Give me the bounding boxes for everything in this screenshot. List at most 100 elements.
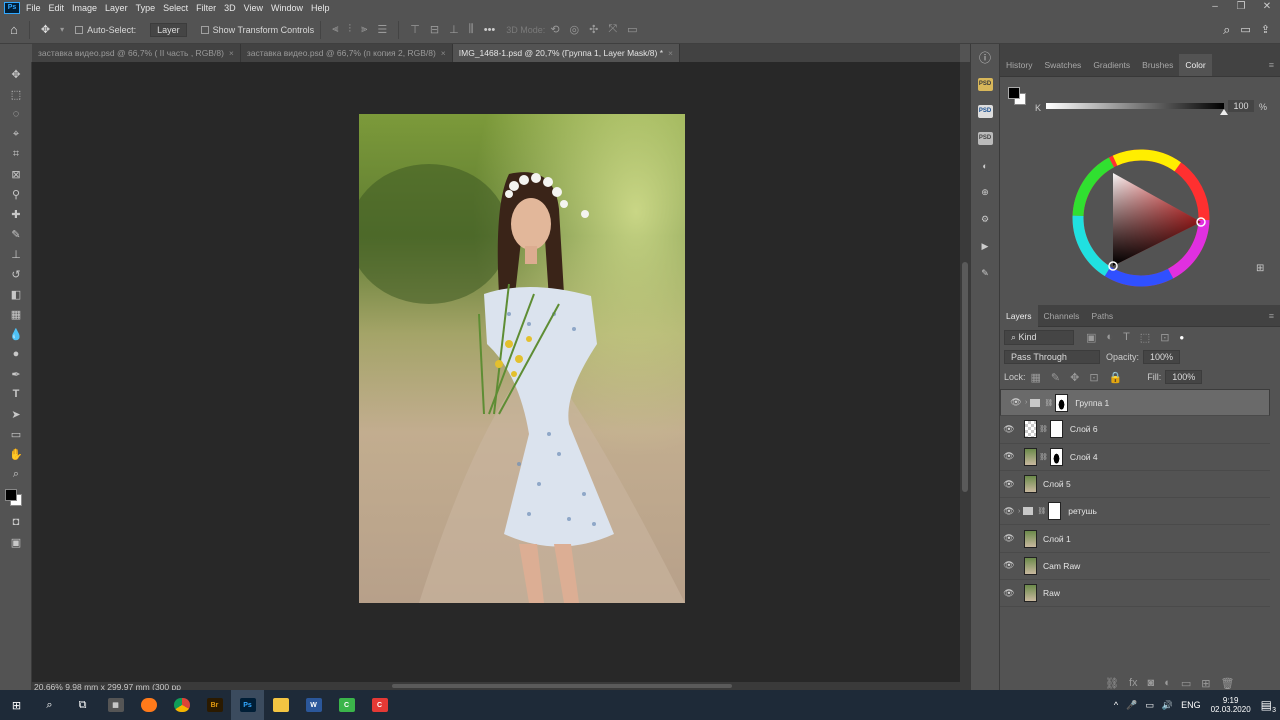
- eraser-tool-icon[interactable]: ◧: [0, 284, 32, 304]
- transform-controls-checkbox[interactable]: Show Transform Controls: [200, 25, 314, 35]
- move-tool-icon[interactable]: ✥: [41, 23, 50, 36]
- info-icon[interactable]: ⓘ: [971, 44, 999, 71]
- visibility-eye-icon[interactable]: 👁: [1000, 479, 1018, 490]
- visibility-eye-icon[interactable]: 👁: [1000, 451, 1018, 462]
- chrome-icon[interactable]: [165, 690, 198, 720]
- gradient-tool-icon[interactable]: ▦: [0, 304, 32, 324]
- restore-icon[interactable]: ❐: [1228, 0, 1254, 16]
- opacity-input[interactable]: 100%: [1143, 350, 1181, 364]
- crop-tool-icon[interactable]: ⌗: [0, 144, 32, 164]
- link-layers-icon[interactable]: ⛓: [1105, 677, 1119, 690]
- document-image[interactable]: [359, 114, 685, 603]
- screen-mode-icon[interactable]: ▣: [0, 532, 32, 552]
- quick-mask-icon[interactable]: ◘: [0, 512, 32, 532]
- fill-input[interactable]: 100%: [1165, 370, 1203, 384]
- word-icon[interactable]: W: [297, 690, 330, 720]
- visibility-eye-icon[interactable]: 👁: [1000, 424, 1018, 435]
- visibility-eye-icon[interactable]: 👁: [1007, 397, 1025, 408]
- panel-menu-icon[interactable]: ≡: [1269, 311, 1274, 321]
- psd-plugin-icon[interactable]: PSD: [971, 125, 999, 152]
- layer-mask-thumbnail[interactable]: [1048, 502, 1062, 521]
- k-value-input[interactable]: 100: [1228, 100, 1254, 112]
- path-select-tool-icon[interactable]: ➤: [0, 404, 32, 424]
- filter-adjustment-icon[interactable]: ◐: [1106, 331, 1113, 343]
- menu-layer[interactable]: Layer: [105, 3, 128, 13]
- distribute-icon[interactable]: ☰: [377, 23, 387, 36]
- 3d-slide-icon[interactable]: ⤧: [608, 23, 617, 36]
- new-group-icon[interactable]: ▭: [1181, 677, 1191, 690]
- frame-tool-icon[interactable]: ⊠: [0, 164, 32, 184]
- eyedropper-tool-icon[interactable]: ⚲: [0, 184, 32, 204]
- lock-all-icon[interactable]: 🔒: [1109, 371, 1123, 384]
- layer-row-retush[interactable]: 👁 › ⛓ ретушь: [1000, 498, 1270, 526]
- language-indicator[interactable]: ENG: [1181, 700, 1201, 710]
- workspace-icon[interactable]: ▭: [1240, 23, 1250, 36]
- minimize-icon[interactable]: –: [1202, 0, 1228, 16]
- align-right-icon[interactable]: ⫸: [361, 23, 367, 36]
- layer-row-group-1[interactable]: 👁 › ⛓ Группа 1: [1000, 389, 1270, 417]
- k-slider[interactable]: [1046, 103, 1224, 109]
- scroll-thumb[interactable]: [392, 684, 732, 688]
- visibility-eye-icon[interactable]: 👁: [1000, 506, 1018, 517]
- close-icon[interactable]: ✕: [1254, 0, 1280, 16]
- microphone-icon[interactable]: 🎤: [1126, 700, 1137, 711]
- menu-file[interactable]: File: [26, 3, 41, 13]
- trash-icon[interactable]: 🗑: [1220, 677, 1234, 690]
- pen-tool-icon[interactable]: ✒: [0, 364, 32, 384]
- quick-select-tool-icon[interactable]: ⌖: [0, 124, 32, 144]
- search-icon[interactable]: ⌕: [33, 690, 66, 720]
- menu-help[interactable]: Help: [311, 3, 330, 13]
- align-center-icon[interactable]: ⫶: [348, 23, 351, 36]
- panel-menu-icon[interactable]: ≡: [1269, 54, 1274, 76]
- more-options-icon[interactable]: •••: [484, 24, 496, 36]
- tab-channels[interactable]: Channels: [1038, 305, 1086, 327]
- layer-mask-thumbnail[interactable]: [1055, 393, 1069, 412]
- k-slider-handle[interactable]: [1220, 109, 1228, 115]
- blur-tool-icon[interactable]: 💧: [0, 324, 32, 344]
- filter-pixel-icon[interactable]: ▣: [1086, 331, 1096, 344]
- expand-arrow-icon[interactable]: ›: [1025, 399, 1027, 406]
- filter-toggle-icon[interactable]: ●: [1179, 333, 1184, 342]
- close-tab-icon[interactable]: ×: [229, 48, 234, 58]
- menu-select[interactable]: Select: [163, 3, 188, 13]
- lock-artboard-icon[interactable]: ⊡: [1089, 371, 1098, 384]
- tab-gradients[interactable]: Gradients: [1087, 54, 1136, 76]
- file-explorer-icon[interactable]: [264, 690, 297, 720]
- expand-arrow-icon[interactable]: ›: [1018, 508, 1020, 515]
- tab-document-active[interactable]: IMG_1468-1.psd @ 20,7% (Группа 1, Layer …: [452, 44, 680, 62]
- tab-history[interactable]: History: [1000, 54, 1038, 76]
- vertical-scrollbar[interactable]: [960, 62, 970, 682]
- photoshop-taskbar-icon[interactable]: Ps: [231, 690, 264, 720]
- 3d-roll-icon[interactable]: ◎: [570, 23, 580, 36]
- align-bottom-icon[interactable]: ⊥: [449, 23, 459, 36]
- menu-3d[interactable]: 3D: [224, 3, 236, 13]
- visibility-eye-icon[interactable]: 👁: [1000, 588, 1018, 599]
- auto-select-dropdown[interactable]: Layer: [150, 22, 187, 37]
- menu-image[interactable]: Image: [72, 3, 97, 13]
- tab-paths[interactable]: Paths: [1085, 305, 1119, 327]
- color-swatches[interactable]: [0, 484, 31, 512]
- zoom-tool-icon[interactable]: ⌕: [0, 464, 32, 484]
- menu-view[interactable]: View: [244, 3, 263, 13]
- layer-mask-thumbnail[interactable]: [1049, 420, 1063, 439]
- scroll-thumb[interactable]: [962, 262, 968, 492]
- tab-document-2[interactable]: заставка видео.psd @ 66,7% (п копия 2, R…: [241, 44, 453, 62]
- brush-settings-icon[interactable]: ✎: [971, 260, 999, 287]
- menu-type[interactable]: Type: [136, 3, 156, 13]
- dodge-tool-icon[interactable]: ●: [0, 344, 32, 364]
- chevron-down-icon[interactable]: ▾: [60, 25, 64, 34]
- notifications-icon[interactable]: ▤ 3: [1261, 698, 1276, 714]
- navigator-icon[interactable]: ⊕: [971, 179, 999, 206]
- auto-select-checkbox[interactable]: Auto-Select:: [75, 25, 136, 35]
- fx-icon[interactable]: fx: [1129, 677, 1138, 690]
- tab-brushes[interactable]: Brushes: [1136, 54, 1179, 76]
- bridge-icon[interactable]: Br: [198, 690, 231, 720]
- history-brush-tool-icon[interactable]: ↺: [0, 264, 32, 284]
- home-icon[interactable]: ⌂: [10, 22, 18, 37]
- filter-shape-icon[interactable]: ⬚: [1140, 331, 1150, 344]
- menu-edit[interactable]: Edit: [49, 3, 65, 13]
- healing-brush-tool-icon[interactable]: ✚: [0, 204, 32, 224]
- firefox-icon[interactable]: [132, 690, 165, 720]
- properties-icon[interactable]: ⚙: [971, 206, 999, 233]
- tab-document-1[interactable]: заставка видео.psd @ 66,7% ( II часть , …: [32, 44, 241, 62]
